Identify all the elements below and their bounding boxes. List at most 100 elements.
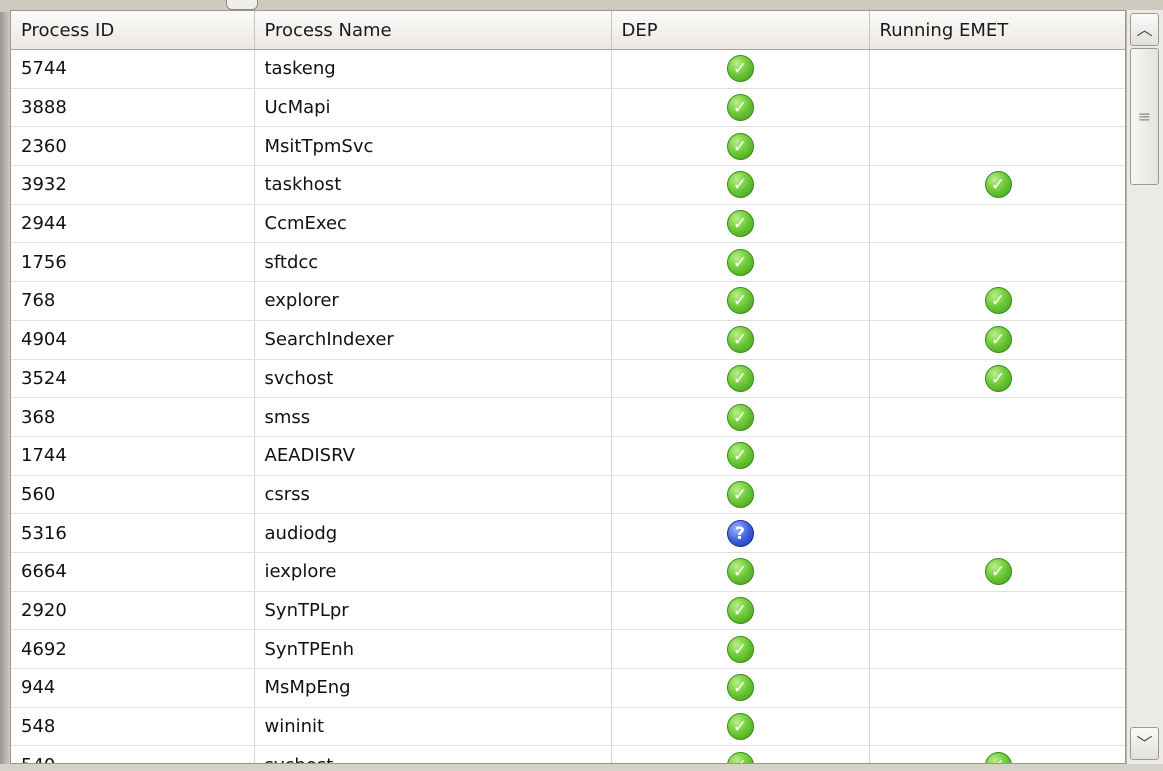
scroll-up-button[interactable]: ︿	[1130, 13, 1159, 46]
cell-running-emet	[869, 49, 1125, 89]
cell-process-id: 3524	[11, 359, 255, 399]
cell-dep: ✓	[611, 281, 870, 321]
check-circle-icon: ✓	[984, 364, 1012, 392]
check-circle-icon: ✓	[984, 171, 1012, 199]
check-circle-icon: ✓	[984, 326, 1012, 354]
table-row[interactable]: 4692 SynTPEnh ✓	[11, 629, 1125, 669]
table-row[interactable]: 3888 UcMapi ✓	[11, 88, 1125, 128]
table-row[interactable]: 6664 iexplore ✓ ✓	[11, 552, 1125, 592]
cell-process-id: 548	[11, 707, 255, 747]
cell-process-name: AEADISRV	[254, 436, 612, 476]
table-row[interactable]: 5316 audiodg?	[11, 513, 1125, 553]
table-body: 5744 taskeng ✓ 3888 UcMapi ✓ 2360 MsitTpmSvc ✓ 39…	[11, 49, 1125, 763]
cell-running-emet: ✓	[869, 552, 1125, 592]
cell-process-id: 5744	[11, 49, 255, 89]
cell-running-emet	[869, 707, 1125, 747]
cell-process-name: SynTPEnh	[254, 629, 612, 669]
cell-running-emet	[869, 397, 1125, 437]
cell-process-id: 944	[11, 668, 255, 708]
check-circle-icon: ✓	[726, 364, 754, 392]
cell-running-emet: ✓	[869, 359, 1125, 399]
table-row[interactable]: 2944 CcmExec ✓	[11, 204, 1125, 244]
grip-icon: ≡	[1137, 107, 1152, 126]
table-row[interactable]: 1744 AEADISRV ✓	[11, 436, 1125, 476]
cell-dep: ✓	[611, 707, 870, 747]
check-circle-icon: ✓	[726, 287, 754, 315]
check-circle-icon: ✓	[726, 635, 754, 663]
scroll-thumb[interactable]: ≡	[1130, 48, 1159, 185]
cell-process-id: 4692	[11, 629, 255, 669]
cell-process-name: sftdcc	[254, 242, 612, 283]
table-row[interactable]: 548 wininit ✓	[11, 707, 1125, 747]
cell-process-name: audiodg	[254, 513, 612, 553]
cell-process-id: 560	[11, 475, 255, 515]
table-row[interactable]: 5744 taskeng ✓	[11, 49, 1125, 89]
process-grid: Process ID Process Name DEP Running EMET…	[10, 10, 1126, 764]
table-row[interactable]: 3524 svchost ✓ ✓	[11, 359, 1125, 399]
cell-process-id: 1756	[11, 242, 255, 283]
cell-dep: ✓	[611, 165, 870, 205]
cell-dep: ✓	[611, 49, 870, 89]
check-circle-icon: ✓	[726, 171, 754, 199]
cell-running-emet	[869, 668, 1125, 708]
table-row[interactable]: 4904 SearchIndexer ✓ ✓	[11, 320, 1125, 360]
scroll-down-button[interactable]: ﹀	[1130, 727, 1159, 760]
table-row[interactable]: 368 smss ✓	[11, 397, 1125, 437]
cell-process-name: svchost	[254, 359, 612, 399]
cell-process-name: CcmExec	[254, 204, 612, 244]
check-circle-icon: ✓	[726, 326, 754, 354]
check-circle-icon: ✓	[726, 132, 754, 160]
cell-running-emet	[869, 513, 1125, 553]
table-row[interactable]: 944 MsMpEng ✓	[11, 668, 1125, 708]
column-header-process-id[interactable]: Process ID	[11, 11, 255, 50]
cell-process-id: 5316	[11, 513, 255, 553]
process-table: Process ID Process Name DEP Running EMET…	[11, 11, 1125, 763]
cell-process-id: 6664	[11, 552, 255, 592]
cell-process-name: SynTPLpr	[254, 591, 612, 631]
cell-dep: ✓	[611, 552, 870, 592]
cell-running-emet	[869, 204, 1125, 244]
check-circle-icon: ✓	[726, 55, 754, 83]
table-row[interactable]: 768 explorer ✓ ✓	[11, 281, 1125, 321]
column-header-running-emet[interactable]: Running EMET	[869, 11, 1125, 50]
check-circle-icon: ✓	[726, 480, 754, 508]
cell-dep: ✓	[611, 591, 870, 631]
cell-dep: ✓	[611, 88, 870, 128]
bottom-strip	[0, 764, 1163, 771]
cell-dep: ?	[611, 513, 870, 553]
table-row[interactable]: 560 csrss ✓	[11, 475, 1125, 515]
header-row: Process ID Process Name DEP Running EMET	[11, 11, 1125, 50]
cell-dep: ✓	[611, 320, 870, 360]
column-header-process-name[interactable]: Process Name	[254, 11, 612, 50]
vertical-scrollbar[interactable]: ︿ ≡ ﹀	[1126, 10, 1163, 764]
cell-running-emet	[869, 126, 1125, 167]
cell-process-name: UcMapi	[254, 88, 612, 128]
window-edge	[0, 12, 10, 771]
check-circle-icon: ✓	[726, 558, 754, 586]
cell-running-emet	[869, 436, 1125, 476]
cell-dep: ✓	[611, 359, 870, 399]
cell-dep: ✓	[611, 475, 870, 515]
cell-running-emet	[869, 242, 1125, 283]
cell-process-name: wininit	[254, 707, 612, 747]
cell-process-name: taskeng	[254, 49, 612, 89]
cell-process-id: 368	[11, 397, 255, 437]
table-row[interactable]: 3932 taskhost ✓ ✓	[11, 165, 1125, 205]
check-circle-icon: ✓	[726, 751, 754, 763]
cell-process-name: MsMpEng	[254, 668, 612, 708]
check-circle-icon: ✓	[726, 442, 754, 470]
collapse-tab[interactable]	[226, 0, 258, 10]
table-row[interactable]: 2920 SynTPLpr ✓	[11, 591, 1125, 631]
table-row[interactable]: 540svchost ✓ ✓	[11, 745, 1125, 763]
table-row[interactable]: 1756 sftdcc ✓	[11, 242, 1125, 283]
cell-process-name: MsitTpmSvc	[254, 126, 612, 167]
cell-running-emet	[869, 475, 1125, 515]
cell-process-id: 2920	[11, 591, 255, 631]
cell-dep: ✓	[611, 204, 870, 244]
check-circle-icon: ✓	[726, 403, 754, 431]
cell-process-id: 1744	[11, 436, 255, 476]
column-header-dep[interactable]: DEP	[611, 11, 870, 50]
table-row[interactable]: 2360 MsitTpmSvc ✓	[11, 126, 1125, 167]
cell-process-name: svchost	[254, 745, 612, 763]
cell-process-name: smss	[254, 397, 612, 437]
